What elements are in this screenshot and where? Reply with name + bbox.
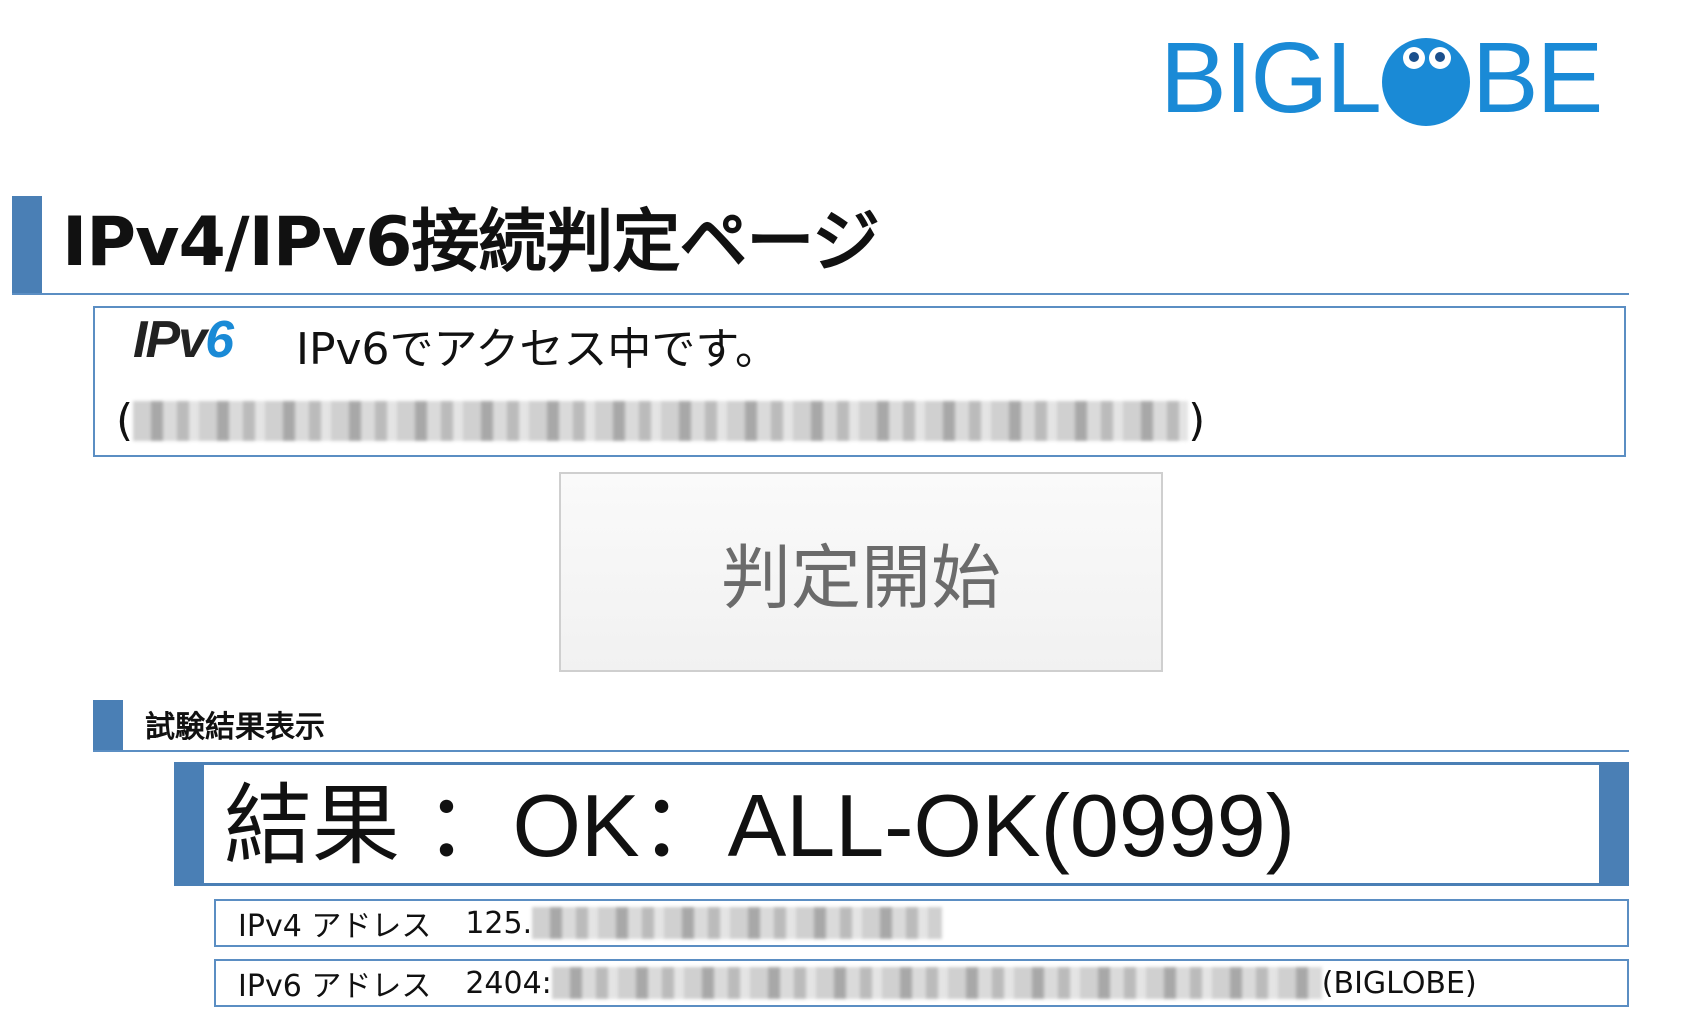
- mascot-icon: [1381, 37, 1470, 126]
- logo-text-right: BE: [1471, 21, 1603, 134]
- ipv6-label: IPv6 アドレス: [238, 969, 432, 1004]
- logo-text-left: BIGL: [1160, 21, 1382, 134]
- start-test-button[interactable]: 判定開始: [559, 472, 1163, 672]
- title-underline: [12, 293, 1629, 295]
- ipv6-address-row: IPv6 アドレス 2404: (BIGLOBE): [214, 959, 1629, 1007]
- ipv6-badge-icon: IPv6: [133, 310, 234, 370]
- section-accent-bar: [93, 700, 123, 752]
- address-close-paren: ): [1188, 395, 1206, 446]
- section-title: 試験結果表示: [145, 710, 325, 745]
- page-title: IPv4/IPv6接続判定ページ: [62, 203, 880, 282]
- title-accent-bar: [12, 196, 42, 294]
- ipv4-address-row: IPv4 アドレス 125.: [214, 899, 1629, 947]
- biglobe-logo: BIGL BE: [1160, 21, 1603, 134]
- redacted-ipv6: [551, 967, 1322, 999]
- ipv4-label: IPv4 アドレス: [238, 909, 432, 944]
- ipv4-prefix: 125.: [465, 905, 533, 941]
- access-status-message: IPv6でアクセス中です。: [296, 324, 779, 375]
- redacted-ipv4: [532, 907, 943, 939]
- badge-text: IPv: [133, 311, 207, 369]
- section-underline: [93, 750, 1629, 752]
- ipv6-suffix: (BIGLOBE): [1321, 965, 1477, 1001]
- ipv6-prefix: 2404:: [465, 965, 552, 1001]
- address-open-paren: (: [116, 395, 134, 446]
- badge-number: 6: [205, 311, 234, 369]
- redacted-address: [133, 401, 1189, 441]
- access-address: ( ): [116, 392, 1205, 450]
- result-line: 結果 ：OK：ALL-OK(0999): [224, 776, 1295, 875]
